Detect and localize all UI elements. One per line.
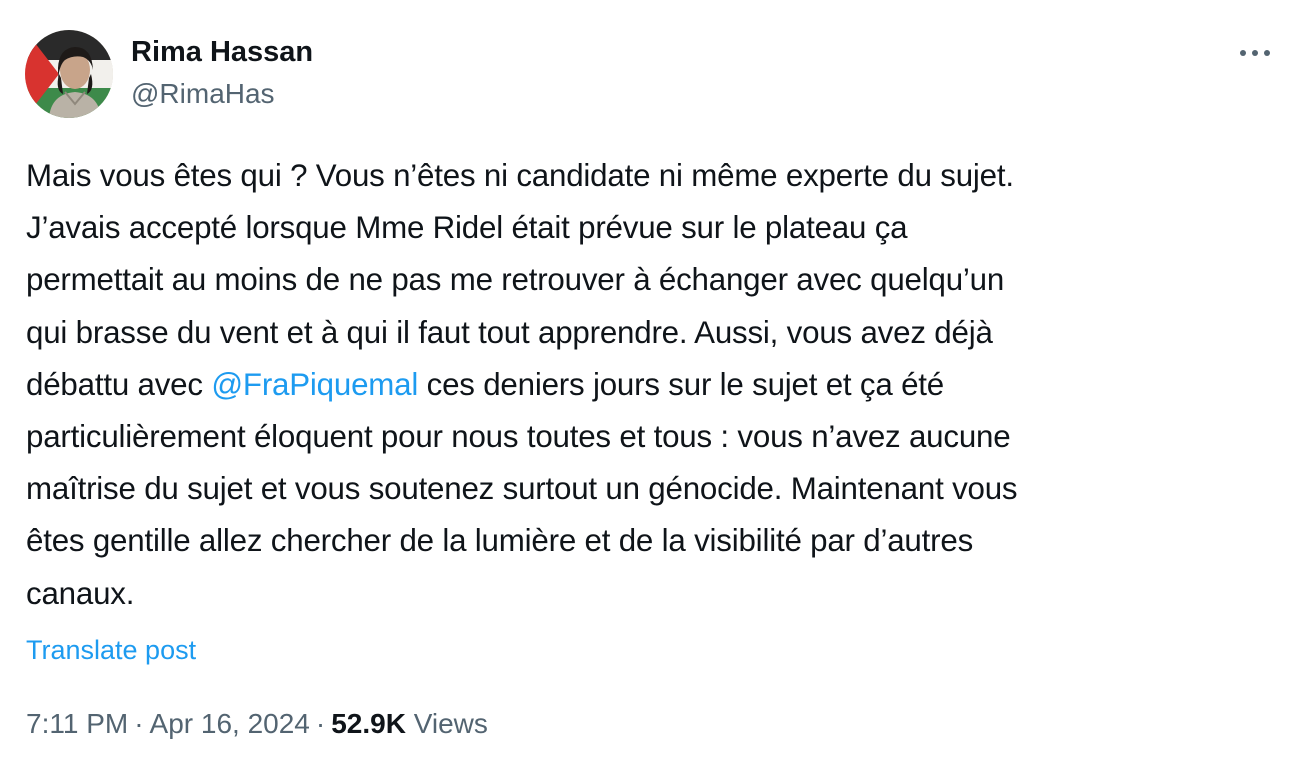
- post-card: Rima Hassan @RimaHas Mais vous êtes qui …: [0, 0, 1294, 770]
- post-date[interactable]: Apr 16, 2024: [150, 708, 310, 739]
- post-text-line: qui brasse du vent et à qui il faut tout…: [26, 307, 1276, 359]
- post-text-segment: êtes gentille allez chercher de la lumiè…: [26, 523, 974, 559]
- profile-avatar-image: [25, 30, 113, 118]
- mention-link[interactable]: @FraPiquemal: [211, 367, 418, 402]
- translate-post-link[interactable]: Translate post: [26, 632, 196, 668]
- post-text-line: J’avais accepté lorsque Mme Ridel était …: [26, 202, 1276, 254]
- post-text-segment: maîtrise du sujet et vous soutenez surto…: [26, 471, 1018, 507]
- post-text-segment: débattu avec: [26, 366, 212, 402]
- post-text-segment: ces deniers jours sur le sujet et ça été: [418, 366, 945, 402]
- post-text-line: maîtrise du sujet et vous soutenez surto…: [26, 463, 1276, 515]
- post-metadata: 7:11 PM · Apr 16, 2024 · 52.9K Views: [26, 704, 488, 744]
- post-text-line: Mais vous êtes qui ? Vous n’êtes ni cand…: [26, 150, 1276, 202]
- post-text-line: débattu avec @FraPiquemal ces deniers jo…: [26, 359, 1276, 411]
- post-text-segment: Mais vous êtes qui ? Vous n’êtes ni cand…: [26, 158, 1014, 193]
- author-handle[interactable]: @RimaHas: [131, 76, 313, 112]
- post-text-line: particulièrement éloquent pour nous tout…: [26, 411, 1276, 463]
- post-text-line: permettait au moins de ne pas me retrouv…: [26, 254, 1276, 306]
- meta-separator: ·: [315, 708, 326, 739]
- views-label[interactable]: Views: [414, 708, 488, 739]
- meta-separator: ·: [134, 708, 144, 739]
- avatar[interactable]: [25, 30, 113, 118]
- post-time[interactable]: 7:11 PM: [26, 708, 128, 739]
- post-text-segment: canaux.: [26, 575, 135, 611]
- post-text-segment: permettait au moins de ne pas me retrouv…: [26, 262, 1005, 298]
- author-block: Rima Hassan @RimaHas: [131, 34, 313, 112]
- post-text-line: êtes gentille allez chercher de la lumiè…: [26, 515, 1276, 567]
- more-horizontal-icon: [1240, 50, 1270, 56]
- more-options-button[interactable]: [1232, 40, 1278, 66]
- post-text: Mais vous êtes qui ? Vous n’êtes ni cand…: [26, 150, 1276, 620]
- post-text-segment: qui brasse du vent et à qui il faut tout…: [26, 314, 993, 350]
- author-display-name[interactable]: Rima Hassan: [131, 34, 313, 70]
- post-text-line: canaux.: [26, 568, 1276, 620]
- views-count[interactable]: 52.9K: [331, 708, 406, 739]
- post-text-segment: particulièrement éloquent pour nous tout…: [26, 419, 1011, 455]
- post-text-segment: J’avais accepté lorsque Mme Ridel était …: [26, 210, 908, 246]
